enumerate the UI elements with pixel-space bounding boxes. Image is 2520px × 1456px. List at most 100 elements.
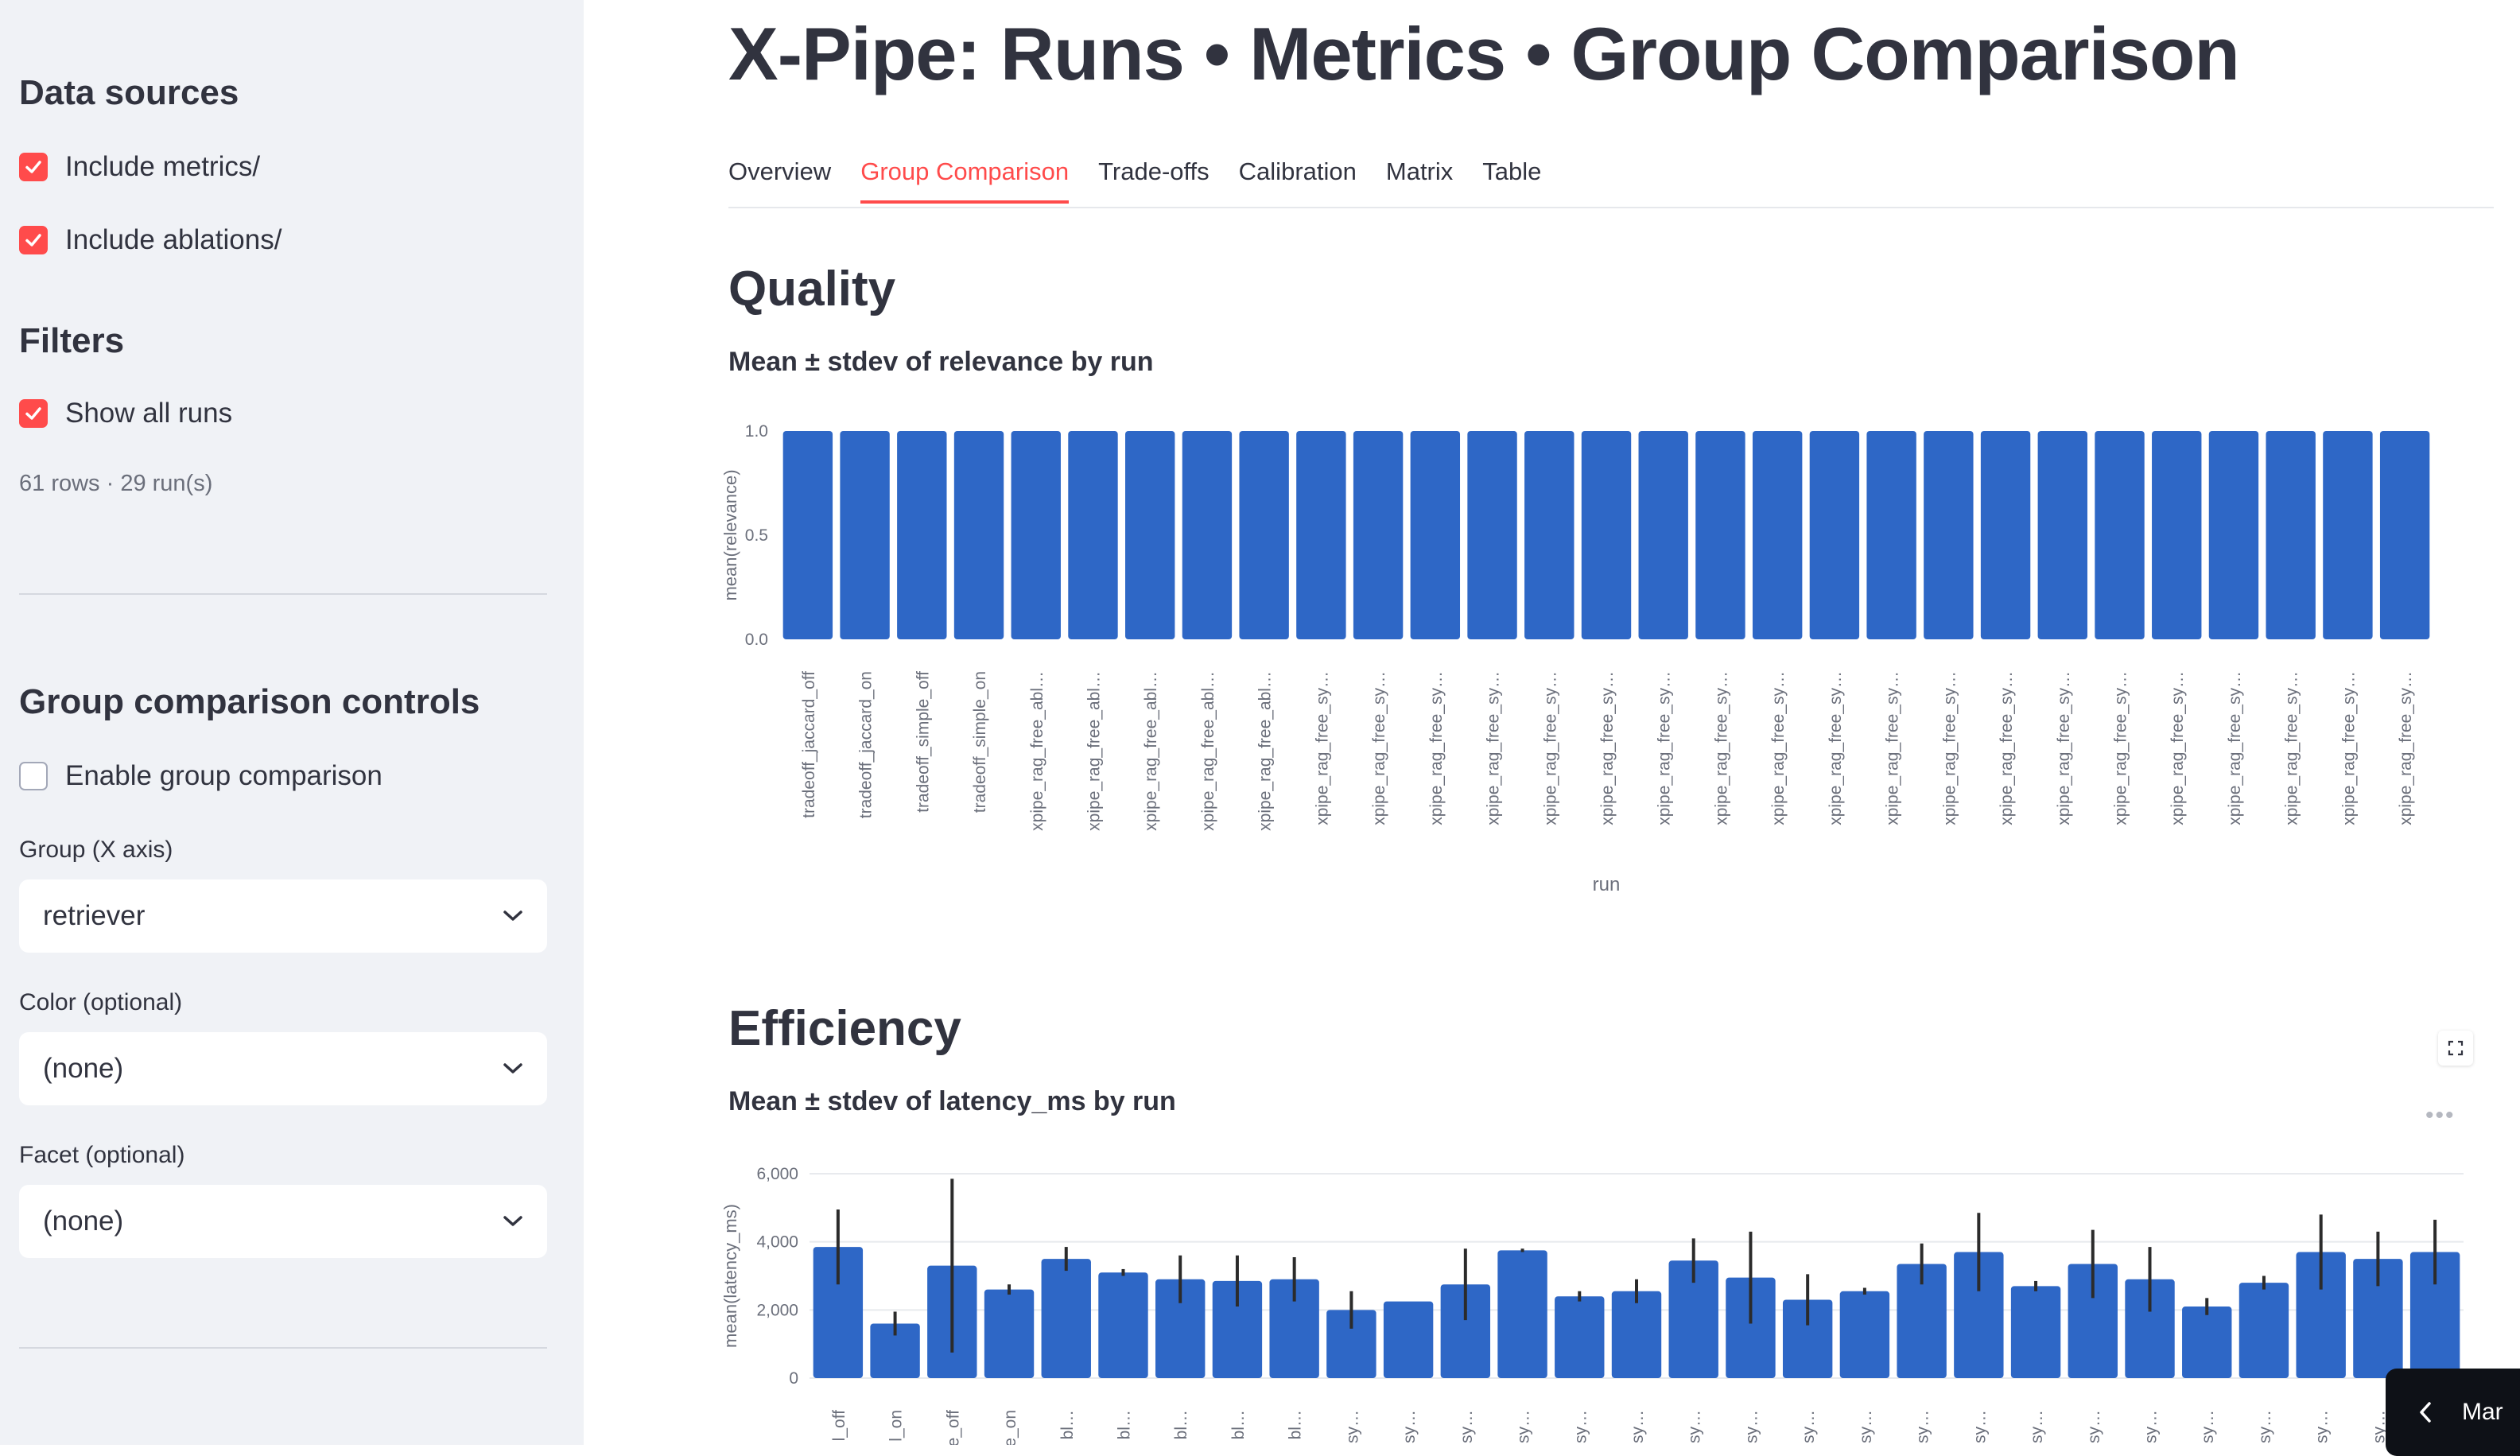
- relevance-bar-chart: 0.0 0.5 1.0 mean(relevance) tradeoff_jaccard…: [720, 422, 2430, 895]
- x-tick-label: xpipe_rag_free_sy…: [1940, 671, 1959, 825]
- x-tick-label: e_off: [944, 1410, 962, 1445]
- sidebar: Data sources Include metrics/ Include ab…: [0, 0, 584, 1445]
- x-tick-label: xpipe_rag_free_sy…: [1998, 671, 2016, 825]
- x-tick-label: xpipe_rag_free_sy…: [1884, 671, 1902, 825]
- bar: [1581, 431, 1632, 639]
- x-tick-label: sy…: [2028, 1410, 2046, 1443]
- x-tick-label: bl…: [1229, 1410, 1248, 1439]
- bar: [1125, 431, 1175, 639]
- bar: [840, 431, 890, 639]
- x-tick-label: xpipe_rag_free_sy…: [1370, 671, 1388, 825]
- x-tick-label: tradeoff_simple_on: [971, 671, 989, 813]
- x-tick-label: bl…: [1115, 1410, 1133, 1439]
- bar: [2037, 431, 2087, 639]
- x-tick-label: sy…: [1800, 1410, 1818, 1443]
- show-all-runs-checkbox[interactable]: Show all runs: [19, 394, 232, 433]
- x-tick-label: xpipe_rag_free_sy…: [1712, 671, 1730, 825]
- x-axis-label: run: [1593, 874, 1621, 895]
- x-tick-label: xpipe_rag_free_abl…: [1199, 671, 1217, 831]
- tab-overview[interactable]: Overview: [728, 151, 831, 208]
- bar: [1011, 431, 1061, 639]
- color-select[interactable]: (none): [19, 1032, 547, 1105]
- bar: [1555, 1296, 1605, 1378]
- x-tick-label: xpipe_rag_free_sy…: [1769, 671, 1788, 825]
- bar: [1410, 431, 1461, 639]
- bar: [2095, 431, 2145, 639]
- bar: [1839, 1291, 1890, 1378]
- tab-group-comparison[interactable]: Group Comparison: [860, 151, 1069, 208]
- checkbox-checked-icon: [19, 226, 48, 254]
- efficiency-heading: Efficiency: [728, 1001, 961, 1056]
- tab-underline: [728, 207, 2494, 208]
- show-all-runs-label: Show all runs: [65, 398, 233, 429]
- tab-bar: Overview Group Comparison Trade-offs Cal…: [728, 151, 1571, 208]
- x-tick-label: xpipe_rag_free_abl…: [1142, 671, 1160, 831]
- tab-calibration[interactable]: Calibration: [1239, 151, 1357, 208]
- tab-matrix[interactable]: Matrix: [1386, 151, 1453, 208]
- filters-heading: Filters: [19, 321, 125, 360]
- x-tick-label: sy…: [1857, 1410, 1875, 1443]
- bar: [1182, 431, 1233, 639]
- enable-group-label: Enable group comparison: [65, 760, 382, 791]
- bar: [2208, 431, 2259, 639]
- x-tick-label: xpipe_rag_free_sy…: [2169, 671, 2187, 825]
- group-x-select[interactable]: retriever: [19, 879, 547, 953]
- bar: [2379, 431, 2430, 639]
- include-metrics-checkbox[interactable]: Include metrics/: [19, 148, 260, 186]
- x-tick-label: xpipe_rag_free_sy…: [2283, 671, 2301, 825]
- bar: [1296, 431, 1346, 639]
- bar: [1809, 431, 1860, 639]
- include-ablations-checkbox[interactable]: Include ablations/: [19, 221, 282, 259]
- y-axis-label: mean(relevance): [720, 469, 740, 600]
- x-tick-label: xpipe_rag_free_sy…: [1427, 671, 1446, 825]
- bar: [1752, 431, 1803, 639]
- chevron-left-icon: [2420, 1402, 2431, 1423]
- x-tick-label: e_on: [1001, 1410, 1019, 1445]
- bar: [897, 431, 947, 639]
- checkbox-unchecked-icon: [19, 762, 48, 790]
- y-tick-label: 4,000: [756, 1233, 798, 1252]
- bar: [1041, 1259, 1091, 1378]
- fullscreen-button[interactable]: [2438, 1031, 2473, 1066]
- x-tick-label: sy…: [1515, 1410, 1533, 1443]
- bar: [2182, 1307, 2232, 1378]
- x-tick-label: sy…: [1343, 1410, 1361, 1443]
- enable-group-checkbox[interactable]: Enable group comparison: [19, 757, 382, 795]
- bar: [1497, 1250, 1547, 1378]
- y-tick-label: 0.5: [745, 526, 768, 545]
- bar: [1353, 431, 1404, 639]
- tab-table[interactable]: Table: [1482, 151, 1541, 208]
- y-axis-label: mean(latency_ms): [720, 1204, 740, 1348]
- x-tick-label: sy…: [2199, 1410, 2217, 1443]
- chevron-down-icon: [503, 1063, 522, 1074]
- bar: [782, 431, 833, 639]
- x-tick-label: sy…: [1571, 1410, 1590, 1443]
- bar: [1866, 431, 1916, 639]
- x-tick-label: sy…: [2256, 1410, 2274, 1443]
- bar: [953, 431, 1004, 639]
- x-tick-label: sy…: [1914, 1410, 1932, 1443]
- chevron-down-icon: [503, 1216, 522, 1226]
- y-tick-label: 0.0: [745, 631, 768, 649]
- chevron-down-icon: [503, 910, 522, 921]
- facet-value: (none): [43, 1206, 124, 1237]
- bar: [2266, 431, 2316, 639]
- data-sources-heading: Data sources: [19, 73, 239, 112]
- group-controls-heading: Group comparison controls: [19, 682, 480, 721]
- x-tick-label: bl…: [1172, 1410, 1190, 1439]
- x-tick-label: xpipe_rag_free_sy…: [2055, 671, 2073, 825]
- latency-bar-chart: 0 2,000 4,000 6,000 mean(latency_ms) l_off l_o…: [720, 1165, 2464, 1445]
- tab-trade-offs[interactable]: Trade-offs: [1098, 151, 1210, 208]
- x-tick-label: sy…: [2142, 1410, 2161, 1443]
- page-title: X-Pipe: Runs • Metrics • Group Compariso…: [728, 12, 2240, 95]
- bar: [2152, 431, 2202, 639]
- facet-select[interactable]: (none): [19, 1185, 547, 1258]
- x-tick-label: xpipe_rag_free_sy…: [2397, 671, 2415, 825]
- y-tick-label: 6,000: [756, 1165, 798, 1183]
- more-options-icon[interactable]: •••: [2425, 1102, 2456, 1129]
- x-tick-label: xpipe_rag_free_sy…: [1656, 671, 1674, 825]
- x-tick-label: xpipe_rag_free_abl…: [1256, 671, 1275, 831]
- collapsed-panel-toast[interactable]: Mar: [2386, 1369, 2520, 1456]
- bar: [1467, 431, 1517, 639]
- checkbox-checked-icon: [19, 399, 48, 428]
